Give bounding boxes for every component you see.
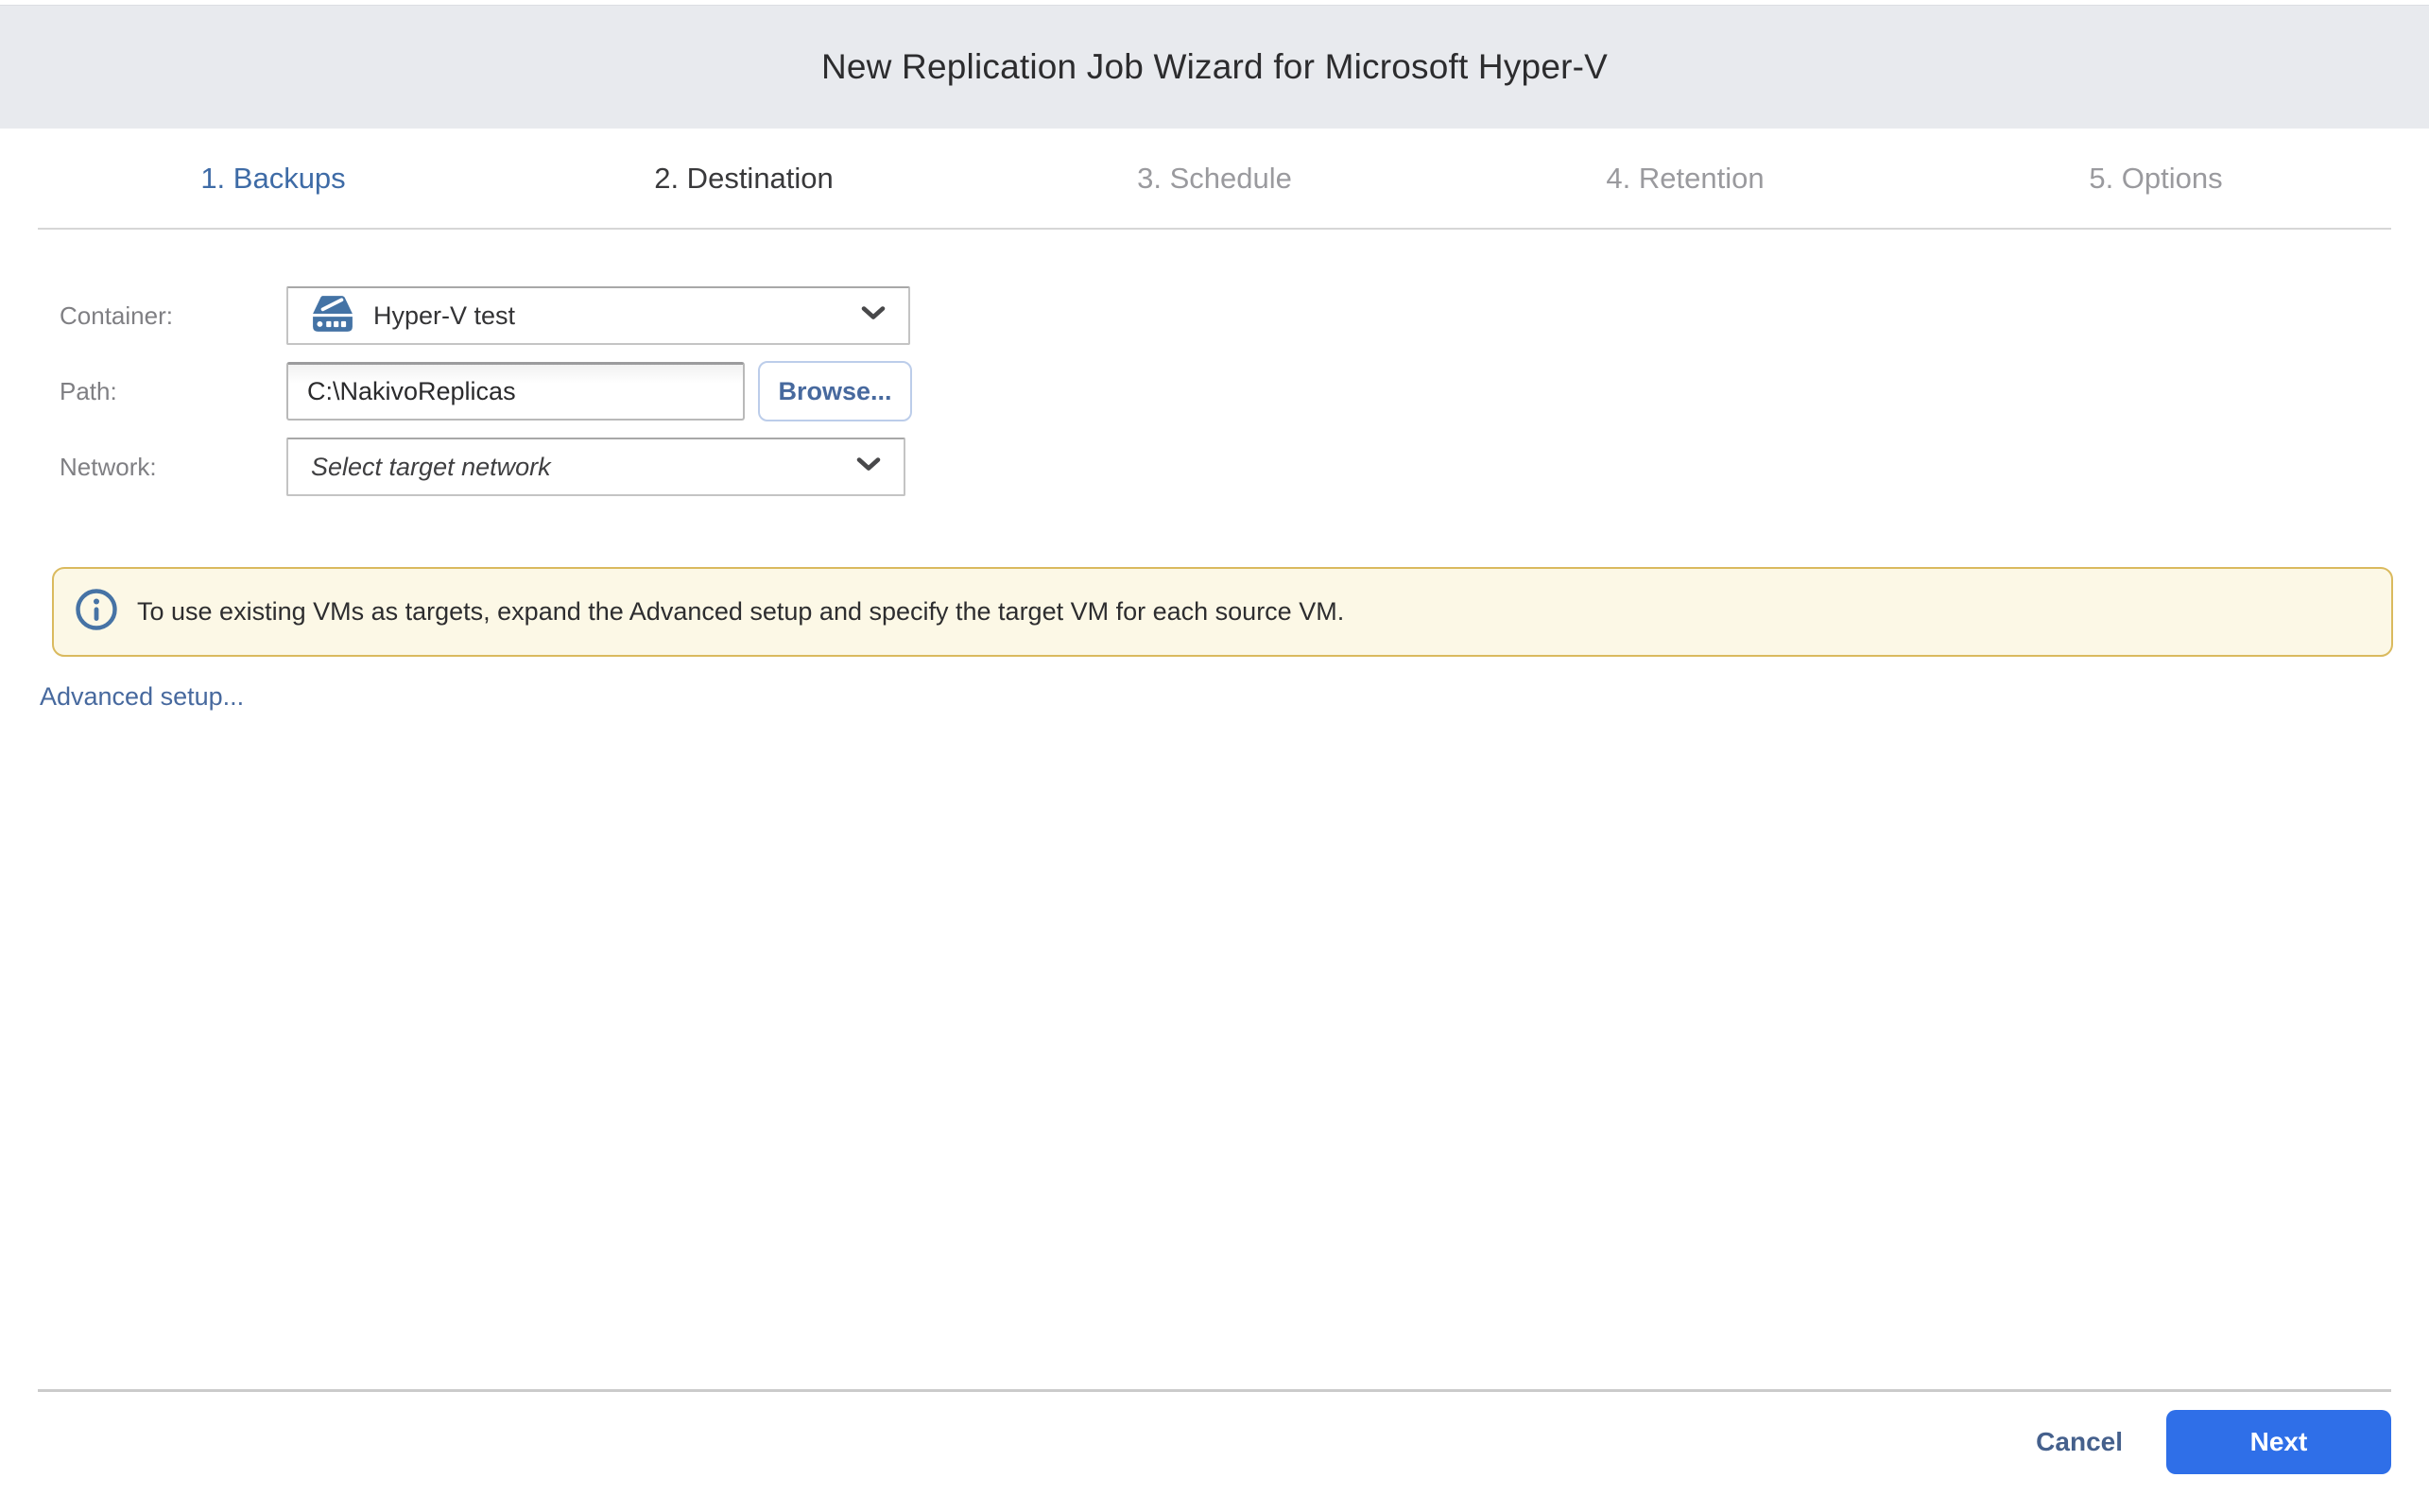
content-spacer — [0, 712, 2429, 1389]
advanced-setup-link[interactable]: Advanced setup... — [40, 682, 2429, 712]
container-select[interactable]: Hyper-V test — [286, 286, 910, 345]
chevron-down-icon — [861, 306, 886, 326]
tab-schedule-label: 3. Schedule — [1137, 162, 1292, 196]
browse-button[interactable]: Browse... — [758, 361, 912, 421]
network-select-placeholder: Select target network — [311, 453, 551, 482]
cancel-button[interactable]: Cancel — [2036, 1427, 2123, 1457]
container-row: Container: Hyper-V test — [60, 286, 2429, 345]
container-select-value: Hyper-V test — [373, 301, 515, 331]
hyperv-host-icon — [311, 294, 354, 338]
tab-options-label: 5. Options — [2089, 162, 2222, 196]
chevron-down-icon — [856, 457, 881, 477]
replication-job-wizard: New Replication Job Wizard for Microsoft… — [0, 0, 2429, 1512]
tab-retention-label: 4. Retention — [1606, 162, 1764, 196]
network-select[interactable]: Select target network — [286, 438, 905, 496]
tab-schedule[interactable]: 3. Schedule — [979, 129, 1450, 228]
destination-form: Container: Hyper-V test — [0, 230, 2429, 512]
info-icon — [75, 588, 118, 636]
tab-retention[interactable]: 4. Retention — [1450, 129, 1921, 228]
network-label: Network: — [60, 453, 286, 482]
info-banner-text: To use existing VMs as targets, expand t… — [137, 597, 1344, 627]
wizard-footer: Cancel Next — [38, 1389, 2391, 1512]
tab-destination-label: 2. Destination — [654, 162, 834, 196]
tab-options[interactable]: 5. Options — [1921, 129, 2391, 228]
path-label: Path: — [60, 377, 286, 406]
path-row: Path: Browse... — [60, 361, 2429, 421]
tab-backups-label: 1. Backups — [200, 162, 345, 196]
network-row: Network: Select target network — [60, 438, 2429, 496]
container-label: Container: — [60, 301, 286, 331]
path-input[interactable] — [286, 362, 745, 421]
wizard-step-tabs: 1. Backups 2. Destination 3. Schedule 4.… — [38, 129, 2391, 230]
info-banner: To use existing VMs as targets, expand t… — [52, 567, 2393, 657]
tab-destination[interactable]: 2. Destination — [508, 129, 979, 228]
next-button[interactable]: Next — [2166, 1410, 2391, 1474]
wizard-header: New Replication Job Wizard for Microsoft… — [0, 5, 2429, 129]
wizard-title: New Replication Job Wizard for Microsoft… — [821, 47, 1608, 87]
tab-backups[interactable]: 1. Backups — [38, 129, 508, 228]
